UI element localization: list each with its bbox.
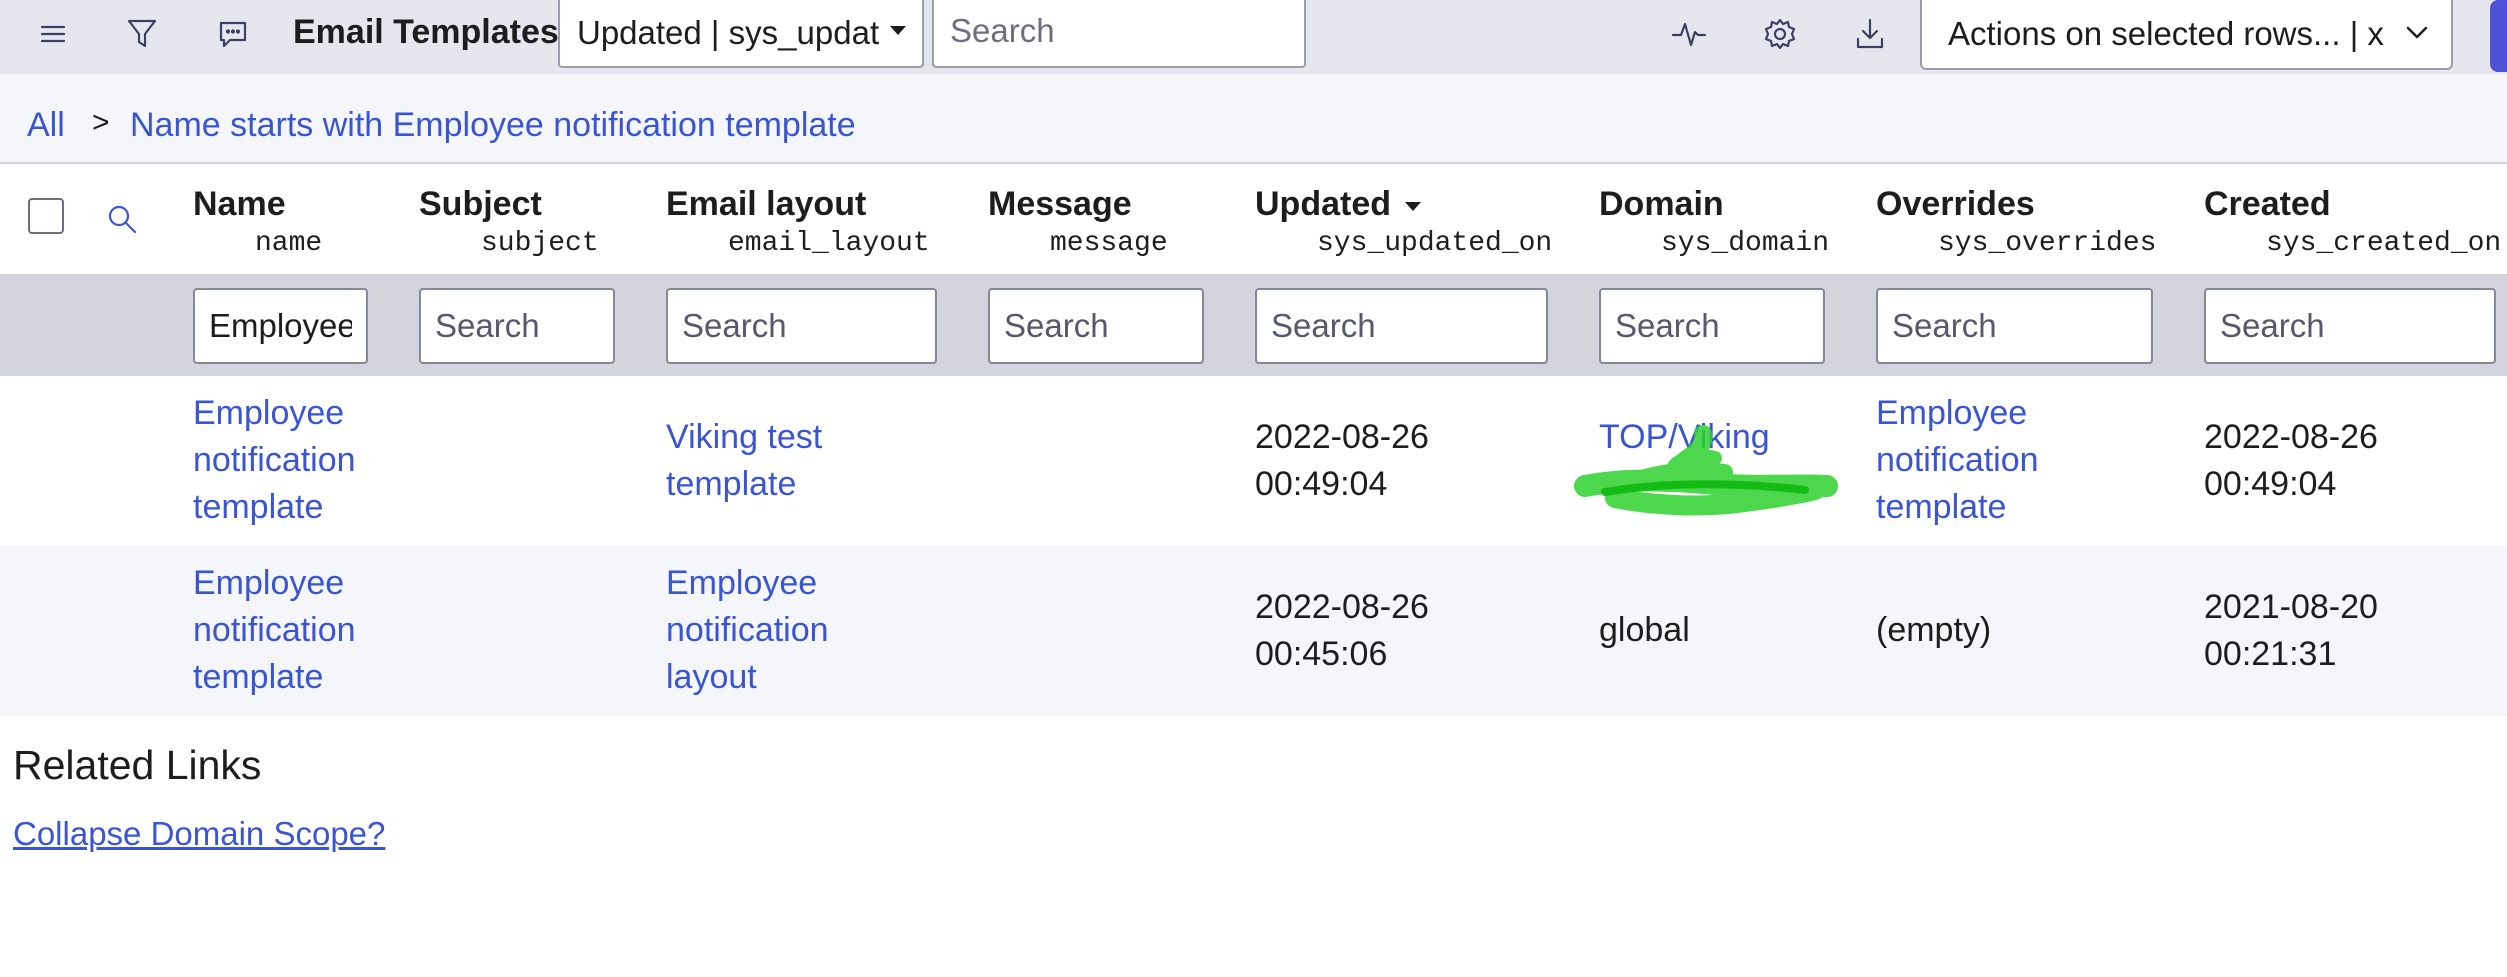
overrides-cell-link[interactable]: Employee notification template [1876, 390, 2039, 531]
column-header-name[interactable]: Name name [193, 184, 322, 259]
updated-cell: 2022-08-26 00:49:04 [1255, 414, 1429, 508]
sort-descending-icon [1405, 201, 1421, 211]
cell-line: notification [193, 611, 356, 649]
activity-pulse-icon[interactable] [1669, 14, 1709, 54]
chat-icon[interactable] [213, 14, 253, 54]
breadcrumb-separator: > [92, 106, 110, 139]
cell-line: template [193, 658, 324, 696]
cell-line: Viking test [666, 418, 823, 456]
domain-cell: global [1599, 607, 1690, 654]
cell-line: Employee [193, 564, 345, 602]
table-row: Employee notification template Employee … [0, 546, 2507, 716]
cell-line: Employee [666, 564, 818, 602]
column-label: Name [193, 185, 286, 223]
help-question-mark[interactable]: ? [367, 815, 385, 852]
column-field-name: sys_created_on [2266, 228, 2502, 259]
column-header-subject[interactable]: Subject subject [419, 184, 599, 259]
cell-line: 2022-08-26 [1255, 588, 1429, 626]
column-field-name: sys_domain [1661, 228, 1830, 259]
cell-line: template [666, 465, 797, 503]
cell-line: TOP/Viking [1599, 418, 1770, 456]
hamburger-menu-icon[interactable] [33, 14, 73, 54]
domain-cell-link[interactable]: TOP/Viking [1599, 414, 1770, 461]
filter-funnel-icon[interactable] [122, 14, 162, 54]
cell-line: template [193, 488, 324, 526]
overrides-cell: (empty) [1876, 607, 1991, 654]
name-cell-link[interactable]: Employee notification template [193, 390, 356, 531]
column-header-updated[interactable]: Updated sys_updated_on [1255, 184, 1552, 259]
column-label: Email layout [666, 185, 867, 223]
created-cell: 2021-08-20 00:21:31 [2204, 584, 2378, 678]
column-field-name: email_layout [728, 228, 930, 259]
breadcrumb-all[interactable]: All [27, 106, 65, 145]
column-label: Created [2204, 185, 2331, 223]
sort-select-value: Updated | sys_updat [577, 14, 880, 51]
updated-filter-input[interactable] [1255, 288, 1548, 364]
column-label: Subject [419, 185, 542, 223]
breadcrumb-filter-condition[interactable]: Name starts with Employee notification t… [130, 106, 856, 145]
actions-on-selected-rows-select[interactable]: Actions on selected rows... | x [1920, 0, 2453, 70]
column-label: Message [988, 185, 1132, 223]
column-field-name: sys_updated_on [1317, 228, 1553, 259]
column-header-message[interactable]: Message message [988, 184, 1168, 259]
domain-filter-input[interactable] [1599, 288, 1825, 364]
message-filter-input[interactable] [988, 288, 1204, 364]
table-row: Employee notification template Viking te… [0, 376, 2507, 546]
search-icon[interactable] [102, 199, 142, 239]
cell-line: notification [1876, 441, 2039, 479]
list-title: Email Templates [293, 13, 559, 51]
created-cell: 2022-08-26 00:49:04 [2204, 414, 2378, 508]
cell-line: notification [193, 441, 356, 479]
column-field-name: sys_overrides [1938, 228, 2157, 259]
column-field-name: message [1050, 228, 1168, 259]
sort-select[interactable]: Updated | sys_updat [558, 0, 924, 68]
actions-select-value: Actions on selected rows... | x [1948, 15, 2384, 52]
cell-line: 00:21:31 [2204, 635, 2337, 673]
column-header-domain[interactable]: Domain sys_domain [1599, 184, 1829, 259]
column-field-name: subject [481, 228, 599, 259]
column-header-overrides[interactable]: Overrides sys_overrides [1876, 184, 2156, 259]
cell-line: Employee [1876, 394, 2028, 432]
cell-line: 2022-08-26 [1255, 418, 1429, 456]
column-label: Domain [1599, 185, 1724, 223]
email-layout-cell-link[interactable]: Employee notification layout [666, 560, 829, 701]
column-label: Overrides [1876, 185, 2035, 223]
list-search-input[interactable] [932, 0, 1306, 68]
column-label: Updated [1255, 185, 1391, 223]
overrides-filter-input[interactable] [1876, 288, 2153, 364]
caret-down-icon [890, 26, 906, 35]
created-filter-input[interactable] [2204, 288, 2496, 364]
email-layout-filter-input[interactable] [666, 288, 937, 364]
related-links-heading: Related Links [13, 742, 262, 788]
column-field-name: name [255, 228, 323, 259]
cell-line: template [1876, 488, 2007, 526]
cell-line: Employee [193, 394, 345, 432]
email-layout-cell-link[interactable]: Viking test template [666, 414, 822, 508]
side-panel-tab[interactable] [2490, 0, 2507, 72]
gear-icon[interactable] [1760, 14, 1800, 54]
cell-line: (empty) [1876, 611, 1992, 649]
related-link-label: Collapse Domain Scope [13, 815, 368, 852]
updated-cell: 2022-08-26 00:45:06 [1255, 584, 1429, 678]
cell-line: 2021-08-20 [2204, 588, 2378, 626]
name-filter-input[interactable] [193, 288, 368, 364]
collapse-domain-scope-link[interactable]: Collapse Domain Scope? [13, 815, 385, 853]
column-header-created[interactable]: Created sys_created_on [2204, 184, 2501, 259]
subject-filter-input[interactable] [419, 288, 615, 364]
cell-line: 00:49:04 [2204, 465, 2337, 503]
download-icon[interactable] [1850, 14, 1890, 54]
chevron-down-icon [2403, 18, 2431, 51]
cell-line: 00:45:06 [1255, 635, 1388, 673]
cell-line: 00:49:04 [1255, 465, 1388, 503]
breadcrumb: All > Name starts with Employee notifica… [0, 74, 2507, 162]
cell-line: layout [666, 658, 757, 696]
cell-line: notification [666, 611, 829, 649]
cell-line: global [1599, 611, 1690, 649]
cell-line: 2022-08-26 [2204, 418, 2378, 456]
select-all-checkbox[interactable] [28, 198, 64, 234]
list-toolbar: Email Templates Updated | sys_updat Acti… [0, 0, 2507, 74]
column-header-email-layout[interactable]: Email layout email_layout [666, 184, 930, 259]
name-cell-link[interactable]: Employee notification template [193, 560, 356, 701]
